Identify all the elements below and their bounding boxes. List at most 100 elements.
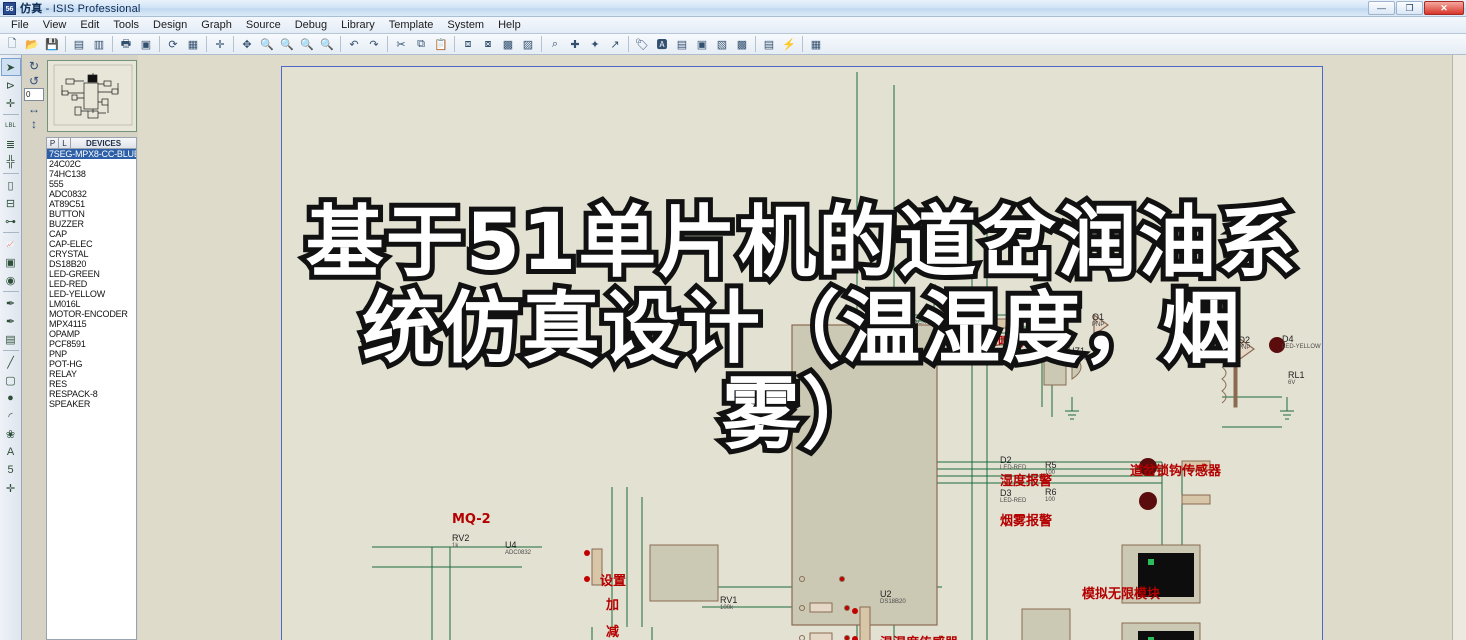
zoom-out-icon[interactable]: 🔍 <box>278 35 296 53</box>
device-list-item[interactable]: LED-GREEN <box>47 269 136 279</box>
device-list-item[interactable]: CAP-ELEC <box>47 239 136 249</box>
device-list-item[interactable]: 555 <box>47 179 136 189</box>
junction-dot-mode-icon[interactable]: ✛ <box>1 94 21 112</box>
property-assignment-icon[interactable]: 🅰 <box>653 35 671 53</box>
device-list-item[interactable]: BUTTON <box>47 209 136 219</box>
pick-device-icon[interactable]: ⌕ <box>546 35 564 53</box>
menu-template[interactable]: Template <box>382 18 441 32</box>
device-list-item[interactable]: SPEAKER <box>47 399 136 409</box>
component-label[interactable]: C1 10uF <box>460 300 474 316</box>
device-list-item[interactable]: DS18B20 <box>47 259 136 269</box>
2d-text-icon[interactable]: A <box>1 443 21 461</box>
device-list-item[interactable]: RELAY <box>47 369 136 379</box>
electrical-rules-check-icon[interactable]: ⚡ <box>780 35 798 53</box>
open-folder-icon[interactable]: 📂 <box>23 35 41 53</box>
2d-symbol-icon[interactable]: 5 <box>1 461 21 479</box>
component-label[interactable]: Q1 PNP <box>1092 312 1104 328</box>
vertical-scrollbar[interactable] <box>1452 55 1466 640</box>
menu-library[interactable]: Library <box>334 18 382 32</box>
rotation-angle-field[interactable]: 0 <box>24 88 44 101</box>
2d-closed-path-icon[interactable]: ❀ <box>1 425 21 443</box>
menu-help[interactable]: Help <box>491 18 528 32</box>
2d-line-icon[interactable]: ╱ <box>1 353 21 371</box>
device-list-item[interactable]: 74HC138 <box>47 169 136 179</box>
decompose-icon[interactable]: ↗ <box>606 35 624 53</box>
undo-icon[interactable]: ↶ <box>345 35 363 53</box>
selection-mode-icon[interactable]: ➤ <box>0 58 21 76</box>
redo-icon[interactable]: ↷ <box>365 35 383 53</box>
exit-sheet-icon[interactable]: ▩ <box>733 35 751 53</box>
terminals-mode-icon[interactable]: ⊟ <box>1 194 21 212</box>
virtual-instrument-icon[interactable]: ▤ <box>1 330 21 348</box>
make-device-icon[interactable]: ✚ <box>566 35 584 53</box>
device-pin-mode-icon[interactable]: ⊶ <box>1 212 21 230</box>
devices-col-p[interactable]: P <box>47 138 59 148</box>
rotate-counterclockwise-icon[interactable]: ↺ <box>25 73 43 88</box>
device-list-item[interactable]: LED-RED <box>47 279 136 289</box>
device-list-item[interactable]: LED-YELLOW <box>47 289 136 299</box>
packaging-tool-icon[interactable]: ✦ <box>586 35 604 53</box>
toggle-grid-icon[interactable]: ▦ <box>184 35 202 53</box>
component-label[interactable]: R6 100 <box>1045 487 1057 503</box>
save-icon[interactable]: 💾 <box>43 35 61 53</box>
block-copy-icon[interactable]: ⧈ <box>459 35 477 53</box>
bill-of-materials-icon[interactable]: ▤ <box>760 35 778 53</box>
import-section-icon[interactable]: ▤ <box>70 35 88 53</box>
device-list-item[interactable]: LM016L <box>47 299 136 309</box>
component-label[interactable]: U2 DS18B20 <box>880 589 906 605</box>
block-delete-icon[interactable]: ▨ <box>519 35 537 53</box>
menu-tools[interactable]: Tools <box>106 18 146 32</box>
component-label[interactable]: BUZ1 BUZZER <box>1062 346 1086 362</box>
mirror-vertical-icon[interactable]: ↕ <box>25 116 43 131</box>
remove-sheet-icon[interactable]: ▧ <box>713 35 731 53</box>
print-area-icon[interactable]: ▣ <box>137 35 155 53</box>
menu-system[interactable]: System <box>440 18 491 32</box>
zoom-area-icon[interactable]: 🔍 <box>298 35 316 53</box>
wire-label-icon[interactable]: 🏷 <box>633 35 651 53</box>
wire-label-mode-icon[interactable]: LBL <box>1 117 21 135</box>
block-move-icon[interactable]: ⧇ <box>479 35 497 53</box>
zoom-sheet-icon[interactable]: 🔍 <box>318 35 336 53</box>
generator-mode-icon[interactable]: ◉ <box>1 271 21 289</box>
pan-icon[interactable]: ✥ <box>238 35 256 53</box>
tape-recorder-mode-icon[interactable]: ▣ <box>1 253 21 271</box>
device-list-item[interactable]: POT-HG <box>47 359 136 369</box>
export-section-icon[interactable]: ▥ <box>90 35 108 53</box>
component-label[interactable]: RV2 1k <box>452 533 469 549</box>
block-rotate-icon[interactable]: ▩ <box>499 35 517 53</box>
maximize-button[interactable]: ❐ <box>1396 1 1423 15</box>
component-label[interactable]: D3 LED-RED <box>1000 488 1026 504</box>
schematic-overview-preview[interactable] <box>47 60 137 132</box>
component-label[interactable]: RL1 6V <box>1288 370 1305 386</box>
device-list-item[interactable]: MPX4115 <box>47 319 136 329</box>
devices-col-title[interactable]: DEVICES <box>71 138 136 148</box>
device-list-item[interactable]: 24C02C <box>47 159 136 169</box>
subcircuit-mode-icon[interactable]: ▯ <box>1 176 21 194</box>
2d-box-icon[interactable]: ▢ <box>1 371 21 389</box>
device-list-item[interactable]: BUZZER <box>47 219 136 229</box>
menu-graph[interactable]: Graph <box>194 18 239 32</box>
2d-circle-icon[interactable]: ● <box>1 389 21 407</box>
schematic-sheet[interactable] <box>281 66 1323 640</box>
text-script-mode-icon[interactable]: ≣ <box>1 135 21 153</box>
component-label[interactable]: D4 LED-YELLOW <box>1282 334 1321 350</box>
device-list-item[interactable]: ADC0832 <box>47 189 136 199</box>
device-list-item[interactable]: CAP <box>47 229 136 239</box>
2d-marker-icon[interactable]: ✛ <box>1 479 21 497</box>
device-list-item[interactable]: PNP <box>47 349 136 359</box>
component-label[interactable]: R2 1k <box>975 312 987 328</box>
menu-file[interactable]: File <box>4 18 36 32</box>
current-probe-mode-icon[interactable]: ✒ <box>1 312 21 330</box>
component-label[interactable]: U1 AT89C51 <box>648 320 673 336</box>
menu-debug[interactable]: Debug <box>288 18 334 32</box>
device-list-item[interactable]: CRYSTAL <box>47 249 136 259</box>
devices-list[interactable]: 7SEG-MPX8-CC-BLUE 24C02C 74HC138 555 ADC0832… <box>46 149 137 640</box>
component-label[interactable]: Q2 PNP <box>1238 335 1250 351</box>
component-label[interactable]: U4 ADC0832 <box>505 540 531 556</box>
rotate-clockwise-icon[interactable]: ↻ <box>25 58 43 73</box>
cut-icon[interactable]: ✂ <box>392 35 410 53</box>
devices-col-l[interactable]: L <box>59 138 71 148</box>
zoom-in-icon[interactable]: 🔍 <box>258 35 276 53</box>
graph-mode-icon[interactable]: 📈 <box>1 235 21 253</box>
refresh-display-icon[interactable]: ⟳ <box>164 35 182 53</box>
